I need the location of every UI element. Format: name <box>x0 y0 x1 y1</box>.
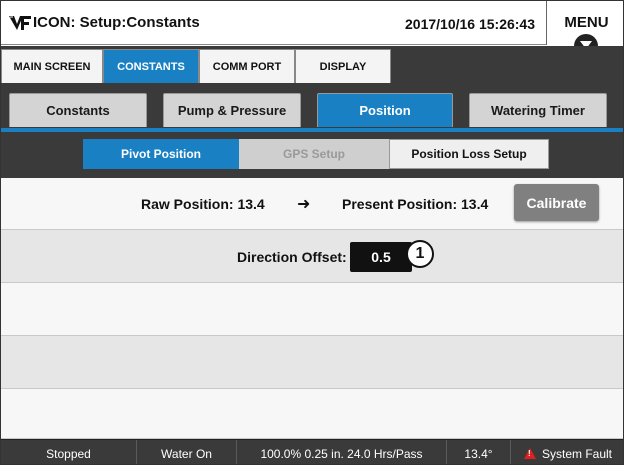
raw-position: Raw Position: 13.4 <box>141 196 265 212</box>
seg-label: Position Loss Setup <box>411 147 527 161</box>
seg-label: Pivot Position <box>120 147 201 161</box>
tab-label: COMM PORT <box>212 60 282 73</box>
subtab-label: Position <box>359 103 411 118</box>
tab-label: MAIN SCREEN <box>13 60 91 73</box>
content-row <box>1 389 623 439</box>
calibrate-label: Calibrate <box>526 194 587 211</box>
subtab-label: Constants <box>46 103 110 118</box>
tab-comm-port[interactable]: COMM PORT <box>199 49 295 83</box>
status-angle: 13.4° <box>447 440 511 464</box>
tab-main-screen[interactable]: MAIN SCREEN <box>1 49 103 83</box>
calibrate-button[interactable]: Calibrate <box>514 184 599 221</box>
gps-setup-button: GPS Setup <box>239 139 389 169</box>
status-state-text: Stopped <box>46 446 91 461</box>
status-angle-text: 13.4° <box>464 446 493 461</box>
content-row <box>1 336 623 389</box>
pivot-position-button[interactable]: Pivot Position <box>83 139 239 169</box>
tab-label: CONSTANTS <box>117 60 185 73</box>
status-fault-text: System Fault <box>541 446 613 461</box>
tab-display[interactable]: DISPLAY <box>295 49 391 83</box>
arrow-right-icon: ➜ <box>297 196 311 213</box>
app-window: ICON: Setup:Constants 2017/10/16 15:26:4… <box>0 0 624 465</box>
datetime: 2017/10/16 15:26:43 <box>405 16 535 32</box>
sub-nav: Constants Pump & Pressure Position Water… <box>1 83 623 130</box>
present-position: Present Position: 13.4 <box>342 196 489 212</box>
tab-label: DISPLAY <box>319 60 367 73</box>
section-nav: Pivot Position GPS Setup Position Loss S… <box>1 132 623 178</box>
status-bar: Stopped Water On 100.0% 0.25 in. 24.0 Hr… <box>1 439 623 464</box>
title-bar: ICON: Setup:Constants 2017/10/16 15:26:4… <box>1 1 623 58</box>
subtab-label: Watering Timer <box>491 103 585 118</box>
subtab-constants[interactable]: Constants <box>9 93 147 127</box>
subtab-label: Pump & Pressure <box>177 103 287 118</box>
callout-number: 1 <box>415 245 425 262</box>
menu-label: MENU <box>564 14 609 31</box>
direction-offset-label: Direction Offset: <box>237 249 347 265</box>
page-title: ICON: Setup:Constants <box>33 14 200 31</box>
status-rate: 100.0% 0.25 in. 24.0 Hrs/Pass <box>237 440 447 464</box>
icon-logo-icon <box>9 16 31 30</box>
menu-button[interactable]: MENU <box>546 1 623 58</box>
seg-label: GPS Setup <box>282 147 345 161</box>
subtab-pump-pressure[interactable]: Pump & Pressure <box>163 93 301 127</box>
content-row <box>1 283 623 336</box>
direction-offset-value: 0.5 <box>371 249 391 265</box>
callout-marker: 1 <box>406 240 434 268</box>
status-fault[interactable]: System Fault <box>511 440 623 464</box>
status-state: Stopped <box>1 440 137 464</box>
position-loss-setup-button[interactable]: Position Loss Setup <box>389 139 549 169</box>
top-nav: MAIN SCREEN CONSTANTS COMM PORT DISPLAY <box>1 46 623 83</box>
status-rate-text: 100.0% 0.25 in. 24.0 Hrs/Pass <box>260 446 423 461</box>
warning-icon <box>523 448 536 459</box>
tab-constants[interactable]: CONSTANTS <box>103 49 199 83</box>
status-water: Water On <box>137 440 237 464</box>
subtab-watering-timer[interactable]: Watering Timer <box>469 93 607 127</box>
subtab-position[interactable]: Position <box>317 93 453 127</box>
status-water-text: Water On <box>161 446 212 461</box>
direction-offset-field[interactable]: 0.5 <box>350 242 412 272</box>
